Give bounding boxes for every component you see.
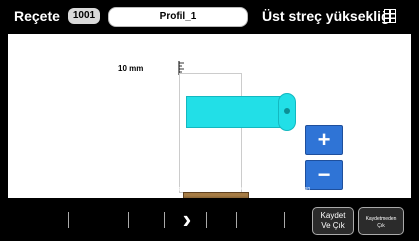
exit-without-saving-button[interactable]: Kaydetmeden Çık bbox=[358, 207, 404, 235]
next-button[interactable]: › bbox=[178, 205, 196, 233]
header: Reçete 1001 Profil_1 Üst streç yüksekliğ… bbox=[0, 0, 419, 34]
profile-name-field[interactable]: Profil_1 bbox=[108, 7, 248, 27]
page-title: Üst streç yüksekliği bbox=[262, 8, 394, 24]
footer-separator bbox=[236, 212, 237, 228]
footer-separator bbox=[68, 212, 69, 228]
recipe-number-field[interactable]: 1001 bbox=[68, 8, 100, 24]
recipe-label: Reçete bbox=[14, 8, 60, 24]
save-and-exit-button[interactable]: Kaydet Ve Çık bbox=[312, 207, 354, 235]
increase-button[interactable]: + bbox=[305, 125, 343, 155]
save-and-exit-label: Kaydet bbox=[320, 211, 346, 220]
footer-bar bbox=[0, 198, 419, 241]
screen: Reçete 1001 Profil_1 Üst streç yüksekliğ… bbox=[0, 0, 419, 241]
film-roll-core bbox=[284, 108, 290, 114]
footer-separator bbox=[206, 212, 207, 228]
grid-icon[interactable] bbox=[384, 9, 396, 23]
footer-separator bbox=[164, 212, 165, 228]
help-text: Yükün tepesine göre filmin ne kadar yüks… bbox=[141, 186, 311, 192]
dimension-label: 10 mm bbox=[118, 64, 144, 73]
stretch-film bbox=[186, 96, 282, 128]
pallet-load bbox=[179, 73, 242, 193]
exit-without-saving-label: Kaydetmeden bbox=[365, 216, 397, 222]
diagram-panel: 10 mm + − bbox=[8, 34, 411, 208]
footer-separator bbox=[284, 212, 285, 228]
exit-without-saving-label-2: Çık bbox=[377, 223, 385, 229]
save-and-exit-label-2: Ve Çık bbox=[321, 221, 345, 230]
footer-separator bbox=[128, 212, 129, 228]
